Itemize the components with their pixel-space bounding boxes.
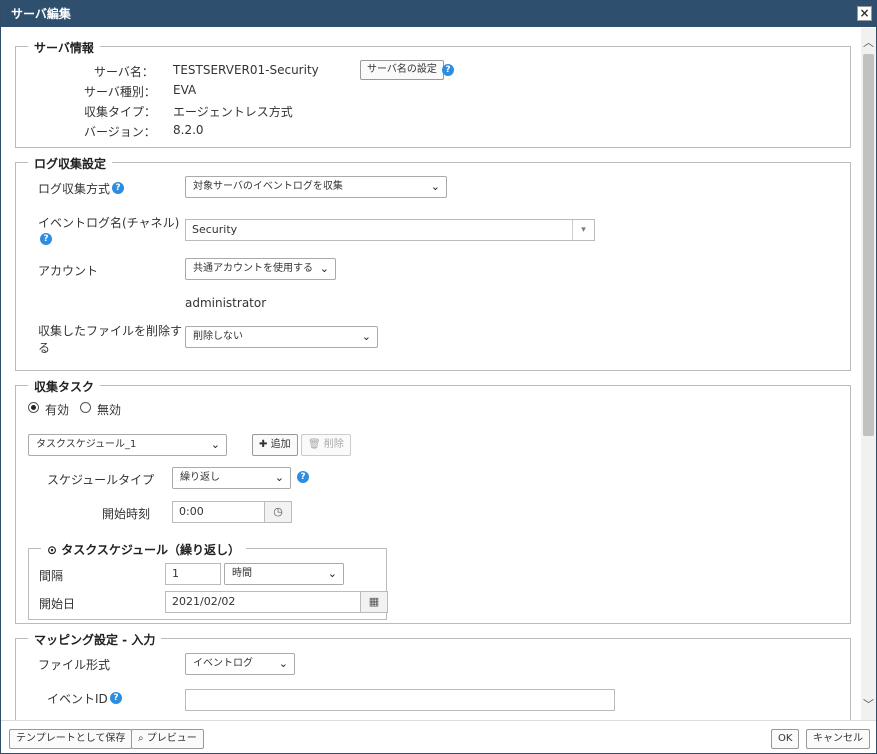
delete-files-value: 削除しない [193, 331, 243, 342]
task-schedule-repeat-title: ⊙ タスクスケジュール（繰り返し） [41, 541, 247, 558]
start-time-value: 0:00 [179, 505, 204, 518]
start-date-input[interactable]: 2021/02/02 [165, 591, 361, 613]
account-user: administrator [185, 296, 267, 310]
server-type-label: サーバ種別： [84, 85, 156, 99]
disabled-label: 無効 [97, 403, 122, 417]
start-date-label: 開始日 [39, 597, 76, 611]
calendar-icon[interactable]: ▦ [360, 591, 388, 613]
schedule-type-value: 繰り返し [180, 472, 220, 483]
delete-files-select[interactable]: 削除しない ⌄ [185, 326, 378, 348]
eventlog-name-combo[interactable]: Security ▾ [185, 219, 595, 241]
file-format-label: ファイル形式 [38, 658, 111, 672]
log-method-value: 対象サーバのイベントログを収集 [193, 181, 343, 192]
version-label: バージョン： [84, 125, 156, 139]
question-circle-icon[interactable]: ? [442, 64, 454, 76]
interval-unit-value: 時間 [232, 568, 252, 579]
search-icon: ⌕ [138, 733, 144, 744]
file-format-select[interactable]: イベントログ ⌄ [185, 653, 295, 675]
log-method-label: ログ収集方式 [38, 182, 111, 196]
task-schedule-value: タスクスケジュール_1 [36, 439, 137, 450]
server-type-value: EVA [173, 83, 197, 97]
chevron-down-icon: ⌄ [319, 262, 329, 275]
chevron-down-icon: ⌄ [361, 330, 371, 343]
log-settings-title: ログ収集設定 [28, 155, 113, 172]
schedule-type-label: スケジュールタイプ [47, 473, 155, 487]
log-settings-section: ログ収集設定 ログ収集方式 ? 対象サーバのイベントログを収集 ⌄ イベントログ… [15, 155, 851, 371]
chevron-down-icon: ⌄ [210, 438, 220, 451]
account-label: アカウント [38, 264, 99, 278]
add-schedule-button[interactable]: ✚ 追加 [252, 434, 298, 456]
task-schedule-repeat-section: ⊙ タスクスケジュール（繰り返し） 間隔 1 時間 ⌄ 開始日 2021/02/… [28, 541, 388, 620]
question-circle-icon[interactable]: ? [40, 233, 52, 245]
question-circle-icon[interactable]: ? [297, 471, 309, 483]
start-time-label: 開始時刻 [102, 507, 151, 521]
eventlog-name-value: Security [192, 223, 238, 236]
tasks-title: 収集タスク [28, 378, 101, 395]
chevron-down-icon: ⌄ [327, 567, 337, 580]
close-icon[interactable]: × [857, 6, 872, 21]
chevron-down-icon[interactable]: ▾ [572, 220, 594, 240]
server-name-value: TESTSERVER01-Security [173, 63, 319, 77]
account-value: 共通アカウントを使用する [193, 263, 313, 274]
event-id-input[interactable] [185, 689, 615, 711]
chevron-down-icon: ⌄ [430, 180, 440, 193]
cancel-button[interactable]: キャンセル [806, 729, 870, 749]
chevron-up-icon[interactable]: ︿ [861, 34, 876, 52]
start-date-value: 2021/02/02 [172, 595, 236, 608]
server-name-label: サーバ名： [94, 65, 154, 79]
schedule-type-select[interactable]: 繰り返し ⌄ [172, 467, 291, 489]
mapping-title: マッピング設定 - 入力 [28, 631, 162, 648]
task-schedule-select[interactable]: タスクスケジュール_1 ⌄ [28, 434, 227, 456]
ok-button[interactable]: OK [771, 729, 800, 749]
set-server-name-button[interactable]: サーバ名の設定 [360, 60, 444, 80]
clock-icon[interactable]: ◷ [264, 501, 292, 523]
dialog-content: サーバ情報 サーバ名： TESTSERVER01-Security サーバ名の設… [1, 28, 861, 720]
delete-files-label-line1: 収集したファイルを削除す [38, 324, 183, 338]
delete-schedule-label: 削除 [323, 439, 344, 450]
add-schedule-label: 追加 [270, 439, 291, 450]
mapping-section: マッピング設定 - 入力 ファイル形式 イベントログ ⌄ イベントID ? [15, 631, 851, 720]
question-circle-icon[interactable]: ? [110, 692, 122, 704]
eventlog-name-label: イベントログ名(チャネル) [38, 216, 180, 230]
server-edit-dialog: サーバ編集 × サーバ情報 サーバ名： TESTSERVER01-Securit… [0, 0, 877, 754]
preview-button[interactable]: ⌕ プレビュー [131, 729, 204, 749]
delete-schedule-button[interactable]: 🗑 削除 [301, 434, 351, 456]
interval-label: 間隔 [39, 569, 64, 583]
dialog-footer: テンプレートとして保存 ⌕ プレビュー OK キャンセル [1, 720, 876, 753]
file-format-value: イベントログ [193, 658, 253, 669]
event-id-label: イベントID [47, 692, 108, 706]
plus-icon: ✚ [259, 439, 268, 450]
save-template-button[interactable]: テンプレートとして保存 [9, 729, 133, 749]
tasks-section: 収集タスク 有効 無効 タスクスケジュール_1 ⌄ ✚ 追加 🗑 削除 スケジュ… [15, 378, 851, 624]
vertical-scrollbar[interactable]: ︿ ﹀ [861, 28, 876, 720]
dialog-titlebar: サーバ編集 [1, 1, 876, 27]
server-info-section: サーバ情報 サーバ名： TESTSERVER01-Security サーバ名の設… [15, 39, 851, 148]
clock-icon: ⊙ [47, 543, 58, 557]
collect-type-value: エージェントレス方式 [173, 105, 293, 119]
interval-unit-select[interactable]: 時間 ⌄ [224, 563, 344, 585]
chevron-down-icon: ⌄ [274, 471, 284, 484]
chevron-down-icon[interactable]: ﹀ [861, 696, 876, 714]
question-circle-icon[interactable]: ? [112, 182, 124, 194]
trash-icon: 🗑 [308, 439, 321, 450]
delete-files-label-line2: る [38, 341, 51, 355]
chevron-down-icon: ⌄ [278, 657, 288, 670]
disabled-radio[interactable] [80, 402, 91, 413]
collect-type-label: 収集タイプ： [84, 105, 157, 119]
server-info-title: サーバ情報 [28, 39, 100, 56]
interval-input[interactable]: 1 [165, 563, 221, 585]
log-method-select[interactable]: 対象サーバのイベントログを収集 ⌄ [185, 176, 447, 198]
scrollbar-thumb[interactable] [863, 54, 874, 436]
account-select[interactable]: 共通アカウントを使用する ⌄ [185, 258, 336, 280]
enabled-radio[interactable] [28, 402, 39, 413]
dialog-title: サーバ編集 [11, 7, 71, 21]
start-time-input[interactable]: 0:00 [172, 501, 265, 523]
enabled-label: 有効 [45, 403, 70, 417]
preview-label: プレビュー [146, 733, 197, 744]
interval-value: 1 [172, 567, 179, 580]
version-value: 8.2.0 [173, 123, 204, 137]
